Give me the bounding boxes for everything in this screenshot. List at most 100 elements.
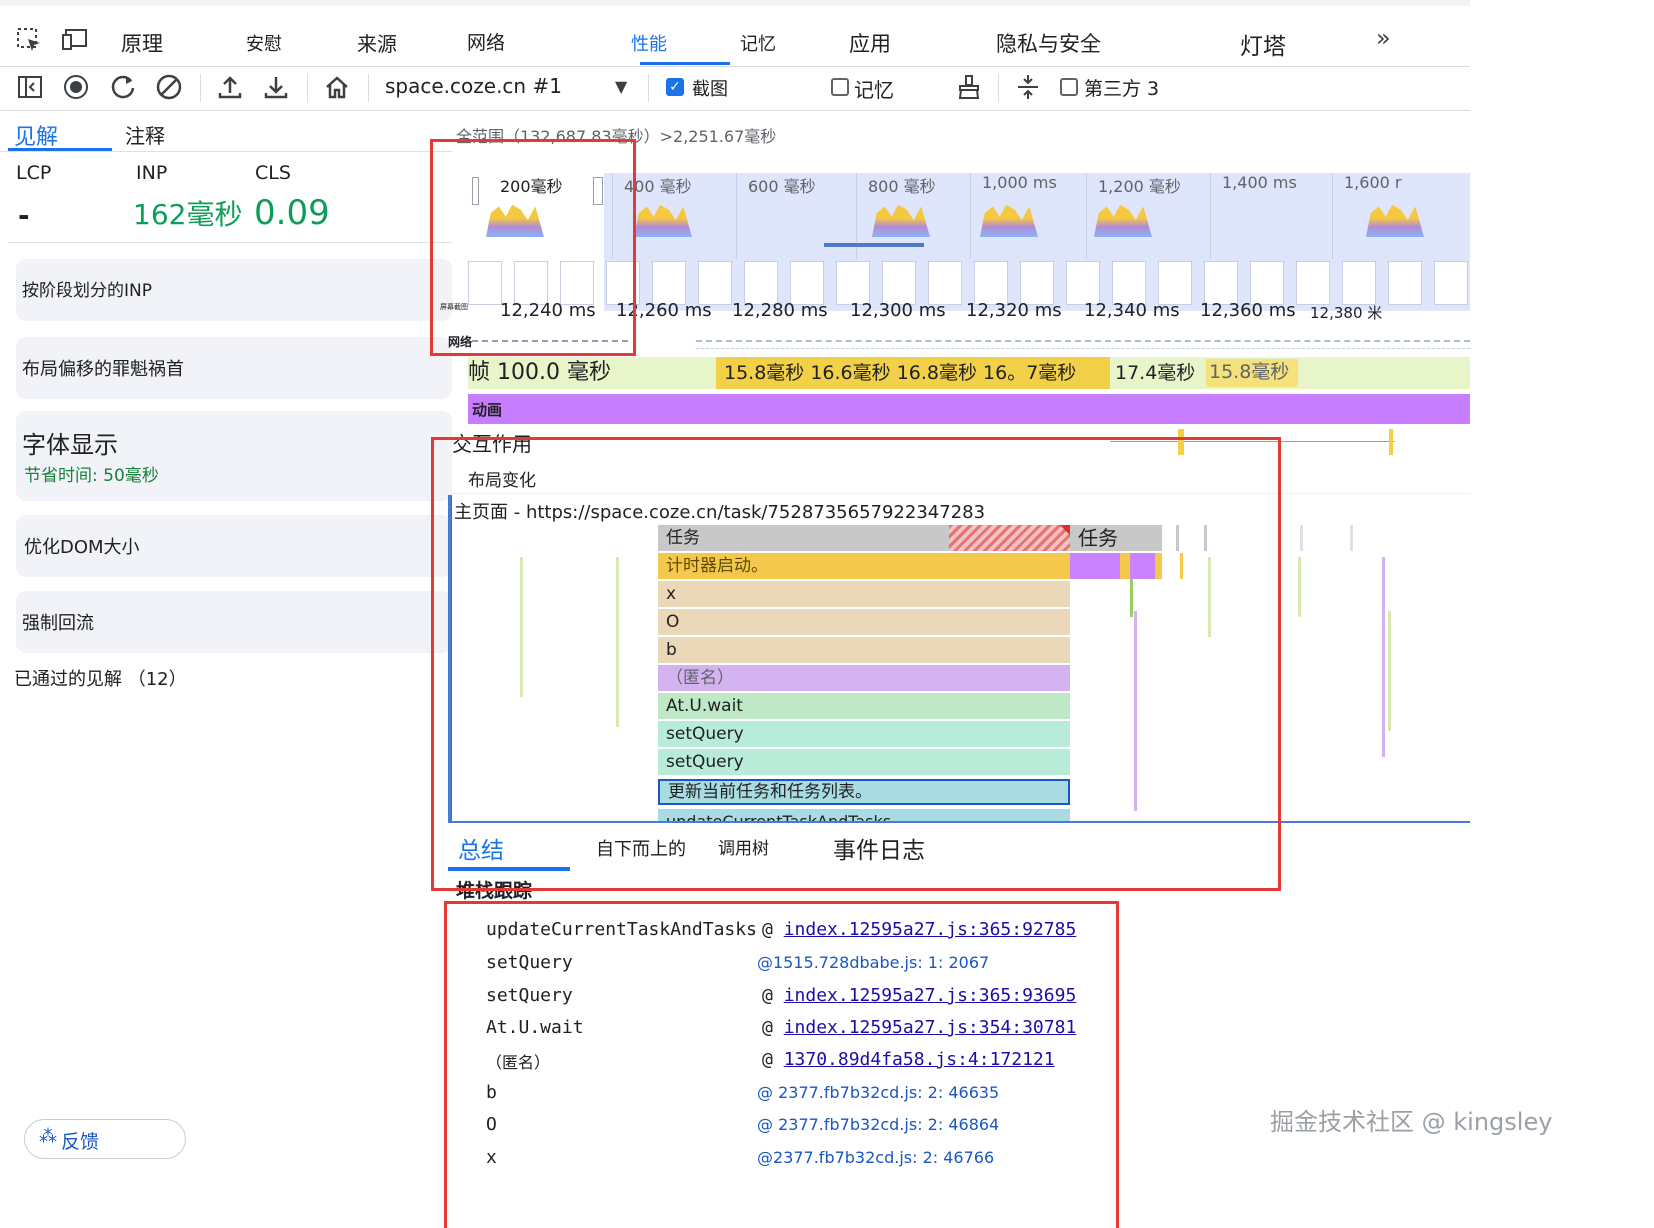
- overview-tick-label: 1,600 r: [1344, 173, 1402, 192]
- cpu-activity-bump: [634, 204, 692, 237]
- ruler-tick-label: 12,280 ms: [732, 300, 828, 321]
- frame-time: 15.8毫秒: [1209, 361, 1290, 383]
- insight-card-font-display[interactable]: 字体显示 节省时间: 50毫秒: [16, 411, 452, 501]
- overview-gridline: [1332, 173, 1333, 259]
- device-toolbar-icon[interactable]: [60, 26, 90, 56]
- cpu-activity-bump: [980, 204, 1038, 237]
- tab-console[interactable]: 安慰: [246, 30, 282, 56]
- screenshot-thumbnail[interactable]: [652, 261, 686, 305]
- inspect-element-icon[interactable]: [14, 26, 44, 56]
- feedback-icon: ⁂: [39, 1126, 57, 1147]
- tab-annotations[interactable]: 注释: [125, 120, 165, 149]
- screenshot-thumbnail[interactable]: [1066, 261, 1100, 305]
- annotation-box: [430, 139, 636, 356]
- cpu-activity-bump: [872, 204, 930, 237]
- overview-gridline: [1086, 173, 1087, 259]
- feedback-button[interactable]: ⁂ 反馈: [24, 1119, 186, 1159]
- memory-checkbox[interactable]: [831, 78, 849, 96]
- insight-card-dom-size[interactable]: 优化DOM大小: [16, 515, 452, 577]
- screenshot-thumbnail[interactable]: [790, 261, 824, 305]
- feedback-label: 反馈: [61, 1131, 100, 1153]
- third-party-checkbox[interactable]: [1060, 78, 1078, 96]
- thread-activity-sliver[interactable]: [1388, 611, 1391, 731]
- overview-tick-label: 600 毫秒: [748, 177, 816, 196]
- more-tabs-icon[interactable]: »: [1376, 24, 1391, 52]
- tab-elements[interactable]: 原理: [121, 28, 163, 58]
- garbage-collect-icon[interactable]: [954, 73, 984, 103]
- screenshot-thumbnail[interactable]: [744, 261, 778, 305]
- record-icon[interactable]: [61, 73, 91, 103]
- screenshot-thumbnail[interactable]: [1250, 261, 1284, 305]
- chevron-down-icon[interactable]: ▼: [615, 77, 627, 96]
- insight-card-forced-reflow[interactable]: 强制回流: [16, 591, 452, 653]
- screenshot-thumbnail[interactable]: [1388, 261, 1422, 305]
- toolbar-divider: [307, 74, 308, 102]
- timeline-panel: 全范围（132,687.83毫秒）>2,251.67毫秒 200毫秒 400 毫秒…: [430, 111, 1470, 1228]
- screenshot-thumbnail[interactable]: [1296, 261, 1330, 305]
- insight-card-inp-phase[interactable]: 按阶段划分的INP: [16, 259, 452, 321]
- recording-target-select[interactable]: space.coze.cn #1: [385, 74, 562, 98]
- lcp-value: -: [18, 199, 30, 232]
- animations-track[interactable]: 动画: [468, 394, 1470, 424]
- screenshot-thumbnail[interactable]: [882, 261, 916, 305]
- tab-application[interactable]: 应用: [849, 28, 891, 58]
- overview-tick-label: 1,000 ms: [982, 173, 1057, 192]
- insight-card-layout-shift[interactable]: 布局偏移的罪魁祸首: [16, 337, 452, 399]
- screenshot-thumbnail[interactable]: [1112, 261, 1146, 305]
- screenshot-thumbnail[interactable]: [974, 261, 1008, 305]
- clear-icon[interactable]: [154, 73, 184, 103]
- interaction-marker[interactable]: [1389, 429, 1393, 455]
- insight-saving: 节省时间: 50毫秒: [24, 466, 159, 486]
- annotation-box: [431, 437, 1281, 891]
- panel-tab-bar: 原理 安慰 来源 网络 性能 记忆 应用 隐私与安全 灯塔 »: [0, 18, 1470, 67]
- overview-gridline: [970, 173, 971, 259]
- overview-tick-label: 800 毫秒: [868, 177, 936, 196]
- thread-activity-sliver[interactable]: [1382, 557, 1385, 757]
- inp-value[interactable]: 162毫秒: [133, 193, 242, 233]
- screenshots-checkbox[interactable]: ✓: [666, 78, 684, 96]
- thread-activity-sliver[interactable]: [1300, 525, 1303, 551]
- window-top-strip: [0, 0, 1470, 6]
- passed-insights-toggle[interactable]: 已通过的见解 （12）: [14, 665, 187, 691]
- overview-gridline: [736, 173, 737, 259]
- cls-value[interactable]: 0.09: [254, 193, 330, 233]
- tab-performance[interactable]: 性能: [631, 30, 667, 56]
- inp-label: INP: [136, 162, 168, 184]
- upload-profile-icon[interactable]: [215, 73, 245, 103]
- screenshot-thumbnail[interactable]: [1158, 261, 1192, 305]
- tab-privacy-security[interactable]: 隐私与安全: [996, 28, 1101, 58]
- reload-record-icon[interactable]: [108, 73, 138, 103]
- frames-track[interactable]: 帧 100.0 毫秒 15.8毫秒 16.6毫秒 16.8毫秒 16。7毫秒 1…: [468, 357, 1470, 389]
- screenshot-thumbnail[interactable]: [836, 261, 870, 305]
- frame-times: 15.8毫秒 16.6毫秒 16.8毫秒 16。7毫秒: [724, 362, 1077, 384]
- insight-title: 字体显示: [22, 431, 118, 459]
- tab-sources[interactable]: 来源: [357, 28, 397, 57]
- tab-lighthouse[interactable]: 灯塔: [1240, 27, 1286, 61]
- download-profile-icon[interactable]: [261, 73, 291, 103]
- lcp-label: LCP: [16, 162, 52, 184]
- insight-title: 布局偏移的罪魁祸首: [22, 359, 184, 380]
- frames-label: 帧 100.0 毫秒: [468, 360, 611, 385]
- screenshot-thumbnail[interactable]: [1204, 261, 1238, 305]
- screenshot-thumbnail[interactable]: [1434, 261, 1468, 305]
- tab-insights[interactable]: 见解: [14, 119, 58, 151]
- frame-time: 17.4毫秒: [1115, 362, 1196, 384]
- home-icon[interactable]: [322, 73, 352, 103]
- toolbar-divider: [648, 74, 649, 102]
- thread-activity-sliver[interactable]: [1350, 525, 1353, 551]
- tab-memory[interactable]: 记忆: [740, 30, 776, 56]
- screenshots-label: 截图: [692, 79, 728, 100]
- screenshot-thumbnail[interactable]: [1342, 261, 1376, 305]
- ruler-tick-label: 12,320 ms: [966, 300, 1062, 321]
- network-track-bars: [696, 340, 1470, 342]
- annotation-box: [444, 901, 1119, 1228]
- screenshot-thumbnail[interactable]: [928, 261, 962, 305]
- screenshot-thumbnail[interactable]: [698, 261, 732, 305]
- insight-title: 优化DOM大小: [24, 537, 140, 558]
- thread-activity-sliver[interactable]: [1298, 557, 1301, 617]
- tab-network[interactable]: 网络: [467, 28, 505, 55]
- metrics-divider: [8, 242, 452, 243]
- screenshot-thumbnail[interactable]: [1020, 261, 1054, 305]
- collapse-icon[interactable]: [1013, 73, 1043, 103]
- toggle-sidebar-icon[interactable]: [15, 73, 45, 103]
